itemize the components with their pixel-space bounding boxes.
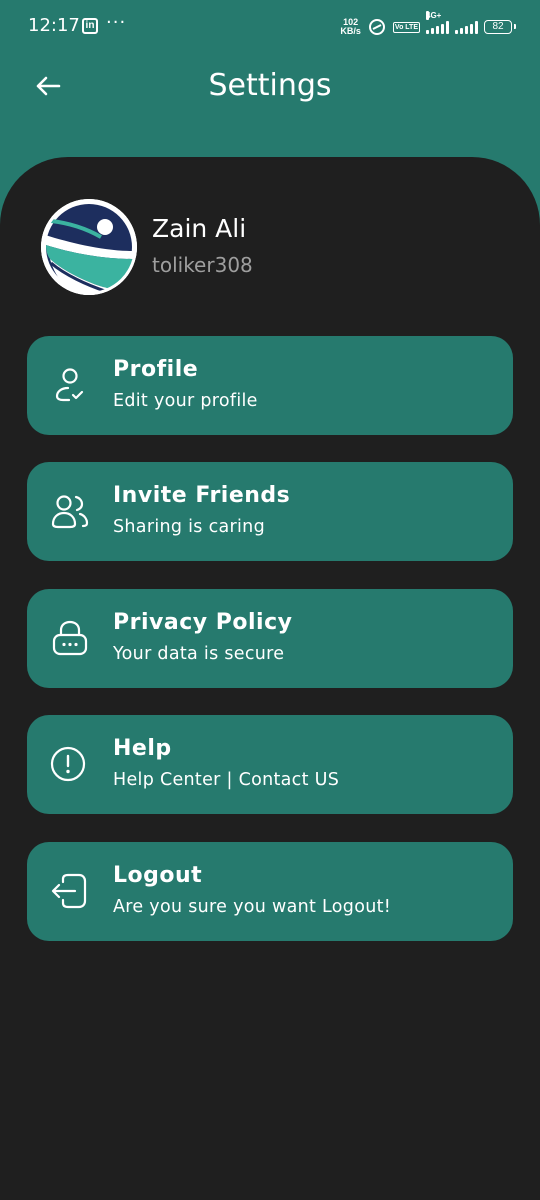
- hotspot-link-icon: [368, 19, 385, 35]
- menu-item-subtitle: Are you sure you want Logout!: [113, 897, 392, 917]
- menu-item-title: Profile: [113, 357, 199, 382]
- volte-icon: Vo LTE: [392, 21, 420, 33]
- menu-item-logout[interactable]: Logout Are you sure you want Logout!: [27, 842, 513, 941]
- signal-strength-icon: 4G+: [426, 11, 449, 34]
- more-notifications-icon: ···: [106, 12, 127, 33]
- settings-panel: Zain Ali toliker308 Profile Edit your pr…: [0, 157, 540, 1200]
- status-indicators: 102 KB/s Vo LTE 4G+ 82: [340, 11, 516, 40]
- menu-item-title: Privacy Policy: [113, 610, 293, 635]
- menu-item-title: Help: [113, 736, 172, 761]
- menu-item-privacy-policy[interactable]: Privacy Policy Your data is secure: [27, 589, 513, 688]
- signal-strength-icon-2: [455, 20, 478, 34]
- battery-icon: 82: [484, 20, 516, 34]
- menu-item-subtitle: Your data is secure: [113, 644, 285, 664]
- menu-item-subtitle: Edit your profile: [113, 391, 258, 411]
- network-generation: 4G+: [426, 11, 442, 20]
- logout-icon: [51, 873, 87, 909]
- user-name: Zain Ali: [152, 214, 247, 243]
- avatar[interactable]: [41, 199, 137, 295]
- menu-item-subtitle: Sharing is caring: [113, 517, 265, 537]
- network-speed-unit: KB/s: [340, 26, 361, 36]
- alert-circle-icon: [50, 746, 86, 782]
- menu-item-title: Logout: [113, 863, 203, 888]
- menu-item-invite-friends[interactable]: Invite Friends Sharing is caring: [27, 462, 513, 561]
- menu-item-help[interactable]: Help Help Center | Contact US: [27, 715, 513, 814]
- status-time: 12:17: [28, 15, 80, 36]
- menu-item-subtitle: Help Center | Contact US: [113, 770, 340, 790]
- status-bar: 12:17 in ··· 102 KB/s Vo LTE 4G+ 82: [0, 0, 540, 54]
- linkedin-notification-icon: in: [82, 18, 98, 34]
- lock-icon: [52, 620, 88, 656]
- menu-item-title: Invite Friends: [113, 483, 291, 508]
- avatar-logo-icon: [41, 199, 137, 295]
- network-speed: 102 KB/s: [340, 18, 361, 36]
- user-check-icon: [55, 368, 84, 402]
- users-icon: [51, 495, 89, 529]
- menu-item-profile[interactable]: Profile Edit your profile: [27, 336, 513, 435]
- app-header: Settings: [0, 54, 540, 120]
- page-title: Settings: [208, 68, 332, 103]
- user-handle: toliker308: [152, 253, 253, 277]
